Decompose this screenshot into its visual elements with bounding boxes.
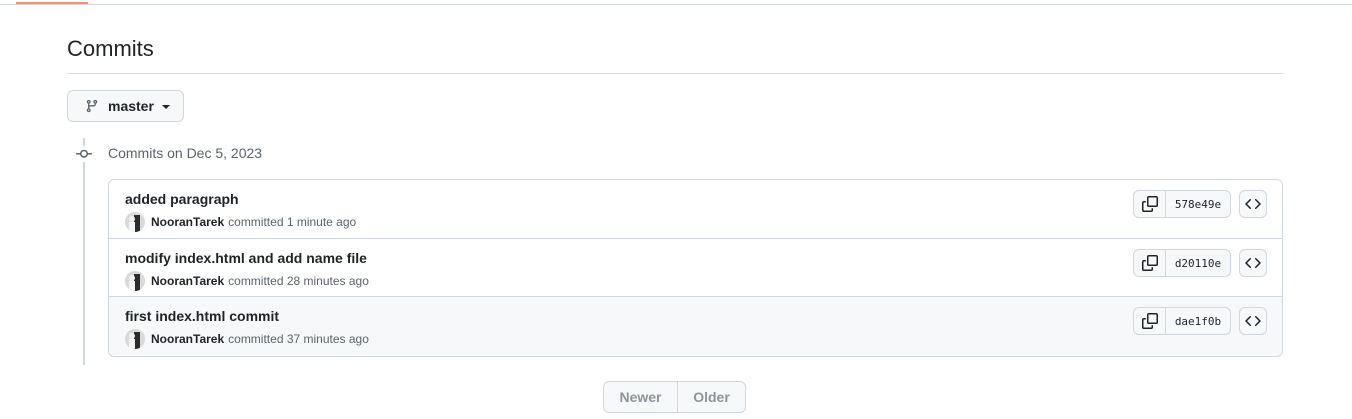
active-tab-indicator bbox=[16, 2, 88, 4]
commit-title-link[interactable]: first index.html commit bbox=[125, 308, 279, 324]
title-divider bbox=[67, 73, 1283, 74]
pagination: Newer Older bbox=[603, 381, 746, 413]
commit-actions: d20110e bbox=[1133, 249, 1267, 277]
commit-sha-link[interactable]: dae1f0b bbox=[1166, 308, 1230, 334]
commit-actions: dae1f0b bbox=[1133, 307, 1267, 335]
commit-meta: NooranTarek committed 1 minute ago bbox=[125, 212, 356, 232]
commit-list: added paragraph NooranTarek committed 1 … bbox=[108, 179, 1283, 357]
commit-row: modify index.html and add name file Noor… bbox=[109, 239, 1282, 297]
page-title: Commits bbox=[67, 36, 154, 61]
browse-repo-button[interactable] bbox=[1239, 249, 1267, 277]
git-branch-icon bbox=[85, 98, 99, 114]
commit-time: committed 1 minute ago bbox=[228, 215, 357, 229]
copy-icon bbox=[1141, 313, 1158, 329]
avatar[interactable] bbox=[125, 271, 145, 291]
copy-sha-button[interactable] bbox=[1134, 191, 1166, 217]
commit-sha-link[interactable]: 578e49e bbox=[1166, 191, 1230, 217]
branch-name: master bbox=[108, 98, 154, 114]
commit-row: added paragraph NooranTarek committed 1 … bbox=[109, 180, 1282, 239]
top-nav-bar bbox=[0, 0, 1352, 5]
sha-button-group: dae1f0b bbox=[1133, 307, 1231, 335]
commit-author-link[interactable]: NooranTarek bbox=[151, 274, 224, 288]
commit-title-link[interactable]: modify index.html and add name file bbox=[125, 250, 367, 266]
avatar[interactable] bbox=[125, 329, 145, 349]
commit-actions: 578e49e bbox=[1133, 190, 1267, 218]
newer-button[interactable]: Newer bbox=[604, 382, 678, 412]
copy-icon bbox=[1141, 196, 1158, 212]
avatar[interactable] bbox=[125, 212, 145, 232]
code-icon bbox=[1245, 257, 1261, 269]
code-icon bbox=[1245, 198, 1261, 210]
browse-repo-button[interactable] bbox=[1239, 307, 1267, 335]
commit-time: committed 28 minutes ago bbox=[228, 274, 369, 288]
commit-sha-link[interactable]: d20110e bbox=[1166, 250, 1230, 276]
timeline-line bbox=[83, 138, 85, 365]
commit-meta: NooranTarek committed 37 minutes ago bbox=[125, 329, 369, 349]
browse-repo-button[interactable] bbox=[1239, 190, 1267, 218]
branch-selector-button[interactable]: master bbox=[67, 90, 184, 122]
commit-row: first index.html commit NooranTarek comm… bbox=[109, 297, 1282, 355]
git-commit-icon bbox=[76, 146, 92, 162]
commit-time: committed 37 minutes ago bbox=[228, 332, 369, 346]
commit-meta: NooranTarek committed 28 minutes ago bbox=[125, 271, 369, 291]
commit-group-heading: Commits on Dec 5, 2023 bbox=[108, 145, 263, 161]
copy-sha-button[interactable] bbox=[1134, 250, 1166, 276]
triangle-down-icon bbox=[161, 105, 170, 109]
sha-button-group: d20110e bbox=[1133, 249, 1231, 277]
commit-title-link[interactable]: added paragraph bbox=[125, 191, 239, 207]
sha-button-group: 578e49e bbox=[1133, 190, 1231, 218]
commit-author-link[interactable]: NooranTarek bbox=[151, 332, 224, 346]
code-icon bbox=[1245, 315, 1261, 327]
commit-author-link[interactable]: NooranTarek bbox=[151, 215, 224, 229]
copy-icon bbox=[1141, 255, 1158, 271]
older-button[interactable]: Older bbox=[678, 382, 745, 412]
copy-sha-button[interactable] bbox=[1134, 308, 1166, 334]
